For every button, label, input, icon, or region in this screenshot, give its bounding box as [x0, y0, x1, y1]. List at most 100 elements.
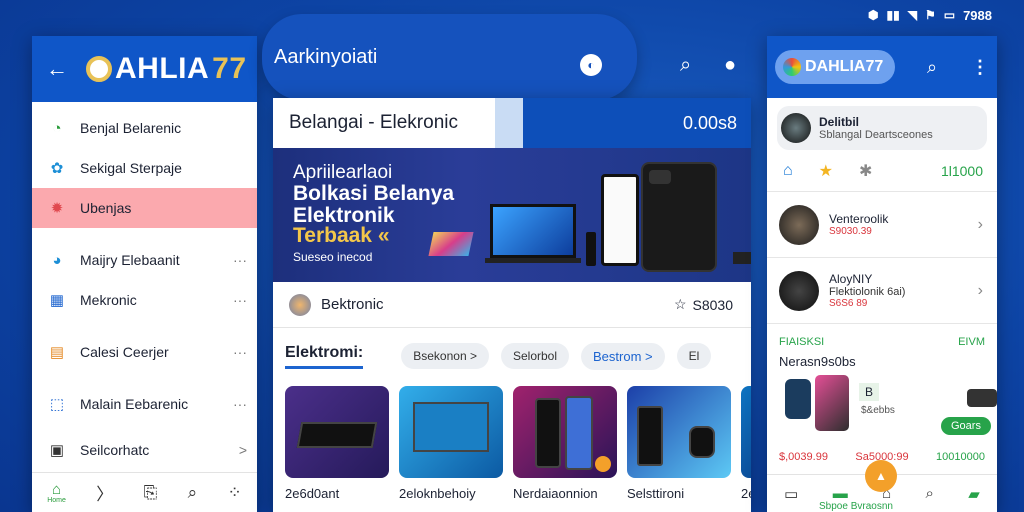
product-card[interactable]: Selsttironi [627, 386, 731, 501]
kebab-menu-icon[interactable]: ⋮ [971, 57, 989, 78]
banner-line-4: Terbaak « [293, 224, 390, 247]
category-chip[interactable]: El [676, 343, 712, 369]
sparkle-icon[interactable]: ✱ [859, 161, 872, 181]
store-row[interactable]: Bektronic ☆ S8030 [273, 282, 751, 328]
brand-logo-icon [783, 58, 801, 76]
buy-button[interactable]: Goars [941, 417, 991, 435]
tablet-graphic [601, 174, 639, 266]
promo-banner[interactable]: Apriilearlaoi Bolkasi Belanya Elektronik… [273, 148, 751, 282]
floating-action-button[interactable]: ▲ [865, 460, 897, 492]
mid-header: Belangai - Elekronic 0.00s8 [273, 98, 751, 148]
watch-graphic[interactable] [785, 379, 811, 419]
store-name: Bektronic [321, 296, 384, 313]
product-name: 2e6d0ant [285, 486, 340, 501]
product-card[interactable]: 2e6d0ant [285, 386, 389, 501]
menu-item-label: Maijry Elebaanit [80, 252, 180, 268]
chevron-right-icon: › [977, 215, 983, 233]
banner-line-2: Bolkasi Belanya [293, 182, 455, 205]
menu-item-label: Sekigal Sterpaje [80, 160, 182, 176]
search-icon[interactable]: ⌕ [680, 54, 691, 77]
item-subtitle: Flektiolonik 6ai) [829, 286, 906, 298]
category-chip[interactable]: Bestrom > [581, 342, 665, 370]
product-thumbnail [399, 386, 503, 478]
status-time: 7988 [963, 7, 992, 23]
more-options-icon[interactable]: ··· [233, 292, 247, 308]
menu-item-malain[interactable]: ⬚ Malain Eebarenic ··· [32, 384, 257, 424]
share-icon[interactable]: 〉 [96, 480, 113, 505]
document-icon: ▤ [49, 344, 65, 361]
brand-ring-icon [86, 56, 112, 82]
menu-item-label: Ubenjas [80, 200, 132, 216]
mid-panel: Belangai - Elekronic 0.00s8 Apriilearlao… [273, 98, 751, 512]
user-icon[interactable]: ● [724, 54, 736, 77]
menu-item-mekronic[interactable]: ▦ Mekronic ··· [32, 280, 257, 320]
right-brand-name: DAHLIA77 [805, 58, 884, 75]
bookmark-icon[interactable]: ⎘ [144, 483, 158, 503]
category-tab[interactable]: Elektromi: [285, 344, 364, 369]
home-nav-button[interactable]: ⌂ Home [47, 482, 66, 504]
search-icon[interactable]: ⌕ [927, 57, 937, 78]
product-thumbnail [627, 386, 731, 478]
laptop-graphic [485, 204, 581, 263]
product-thumbnail [741, 386, 751, 478]
list-item[interactable]: AloyNIY Flektiolonik 6ai) S6S6 89 › [767, 258, 997, 324]
more-icon[interactable]: ⁘ [228, 483, 242, 503]
menu-item-maijry[interactable]: ◕ Maijry Elebaanit ··· [32, 240, 257, 280]
signal-icon: ▮▮ [886, 8, 900, 22]
menu-item-seilcorhatc[interactable]: ▣ Seilcorhatc > [32, 430, 257, 470]
left-bottom-nav: ⌂ Home 〉 ⎘ ⌕ ⁘ [32, 472, 257, 512]
phone-graphic [641, 162, 717, 272]
menu-item-benjal[interactable]: ◔ Benjal Belarenic [32, 108, 257, 148]
toggle-icon[interactable]: ◐ [580, 54, 602, 76]
arrow-icon: ⬚ [49, 396, 65, 413]
right-header: DAHLIA77 ⌕ ⋮ [767, 36, 997, 98]
right-brand-pill[interactable]: DAHLIA77 [775, 50, 896, 84]
device-graphic [733, 252, 751, 264]
phone-graphic[interactable] [815, 375, 849, 431]
back-arrow-icon[interactable]: ← [46, 56, 68, 82]
chat-icon[interactable]: ▬ [833, 485, 848, 502]
search-icon[interactable]: ⌕ [926, 485, 934, 502]
featured-products: B $&ebbs Goars [767, 369, 997, 451]
menu-item-label: Malain Eebarenic [80, 396, 189, 412]
product-card[interactable]: 2eloknbehoiy [399, 386, 503, 501]
gift-box-graphic [428, 232, 474, 256]
section-title: Nerasn9s0bs [779, 354, 856, 369]
menu-item-sekigal[interactable]: ✿ Sekigal Sterpaje [32, 148, 257, 188]
product-name: 2eloknbehoiy [399, 486, 476, 501]
more-options-icon[interactable]: ··· [233, 344, 247, 360]
battery-icon: ▭ [943, 8, 956, 22]
menu-item-ubenjas[interactable]: ✹ Ubenjas [32, 188, 257, 228]
section-link[interactable]: EIVM [958, 336, 985, 348]
bottom-nav-label: Sbpoe Bvraosnn [819, 501, 893, 512]
menu-item-label: Benjal Belarenic [80, 120, 182, 136]
price-label: 10010000 [936, 451, 985, 463]
product-name: Nerdaiaonnion [513, 486, 598, 501]
menu-item-calesi[interactable]: ▤ Calesi Ceerjer ··· [32, 332, 257, 372]
profile-card[interactable]: Delitbil Sblangal Deartsceones [777, 106, 987, 150]
left-panel: ← AHLIA 77 ◔ Benjal Belarenic ✿ Sekigal S… [32, 36, 257, 512]
more-options-icon[interactable]: ··· [233, 252, 247, 268]
product-card[interactable]: 2e [741, 386, 751, 501]
star-icon[interactable]: ★ [819, 161, 833, 181]
product-card[interactable]: Nerdaiaonnion [513, 386, 617, 501]
grid-icon: ▦ [49, 292, 65, 309]
inbox-icon[interactable]: ▭ [784, 485, 798, 503]
section-label: FIAISKSI [779, 336, 825, 348]
more-options-icon[interactable]: ··· [233, 396, 247, 412]
wifi-icon: ◥ [907, 8, 917, 22]
product-name: 2e [741, 486, 751, 501]
category-chip[interactable]: Bsekonon > [401, 343, 489, 369]
speaker-graphic [586, 232, 596, 266]
wallet-icon[interactable]: ▰ [968, 485, 980, 503]
device-graphic[interactable] [967, 389, 997, 407]
brand-logo: AHLIA 77 [86, 52, 247, 86]
product-badge-sub: $&ebbs [861, 405, 895, 416]
search-icon[interactable]: ⌕ [188, 483, 198, 503]
chevron-right-icon[interactable]: > [239, 442, 247, 458]
price-label: $,0039.99 [779, 451, 828, 463]
home-icon[interactable]: ⌂ [783, 162, 793, 180]
list-item[interactable]: Venteroolik S9030.39 › [767, 192, 997, 258]
category-chip[interactable]: Selorbol [500, 343, 569, 369]
offer-badge-icon [595, 456, 611, 472]
